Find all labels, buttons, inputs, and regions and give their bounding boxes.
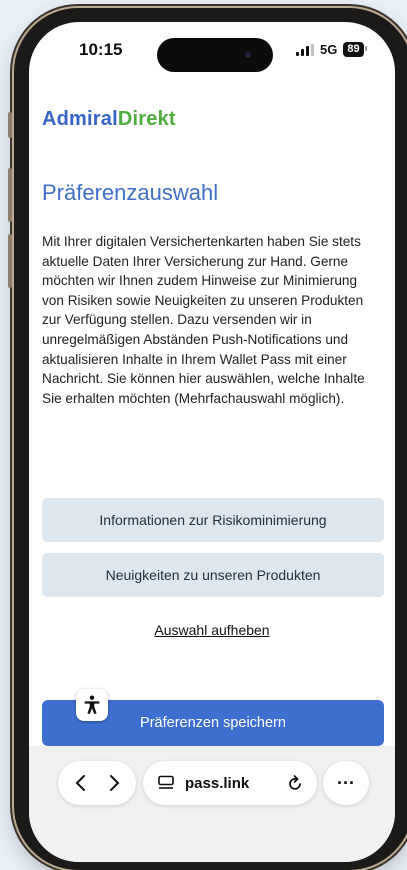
reload-icon[interactable] (287, 774, 303, 792)
save-preferences-label: Präferenzen speichern (140, 715, 286, 731)
page-description: Mit Ihrer digitalen Versichertenkarten h… (42, 234, 365, 406)
more-menu-button[interactable]: ··· (323, 761, 369, 805)
browser-toolbar: pass.link ··· (29, 746, 395, 862)
address-bar[interactable]: pass.link (143, 761, 317, 805)
accessibility-icon[interactable] (76, 689, 108, 721)
dynamic-island (157, 38, 273, 72)
tab-icon[interactable] (157, 775, 175, 791)
brand-logo: AdmiralDirekt (42, 108, 176, 131)
signal-icon (296, 43, 314, 56)
volume-down-button (8, 234, 12, 288)
option-product-news-button[interactable]: Neuigkeiten zu unseren Produkten (42, 553, 384, 597)
reset-selection-link[interactable]: Auswahl aufheben (29, 622, 395, 638)
mute-switch (8, 112, 12, 138)
screen: 10:15 5G 89 AdmiralDirekt Präferenzauswa… (29, 22, 395, 862)
volume-up-button (8, 168, 12, 222)
chevron-right-icon[interactable] (107, 774, 121, 792)
battery-icon: 89 (343, 42, 367, 57)
brand-logo-part1: Admiral (42, 108, 118, 130)
navigation-pill (58, 761, 136, 805)
url-text[interactable]: pass.link (185, 775, 277, 792)
chevron-left-icon[interactable] (74, 774, 88, 792)
option-risk-info-button[interactable]: Informationen zur Risikominimierung (42, 498, 384, 542)
page-title: Präferenzauswahl (42, 180, 219, 205)
camera-icon (245, 52, 251, 58)
status-time: 10:15 (79, 40, 123, 59)
network-label: 5G (320, 42, 338, 57)
brand-logo-part2: Direkt (117, 108, 176, 130)
status-indicators: 5G 89 (296, 42, 367, 57)
